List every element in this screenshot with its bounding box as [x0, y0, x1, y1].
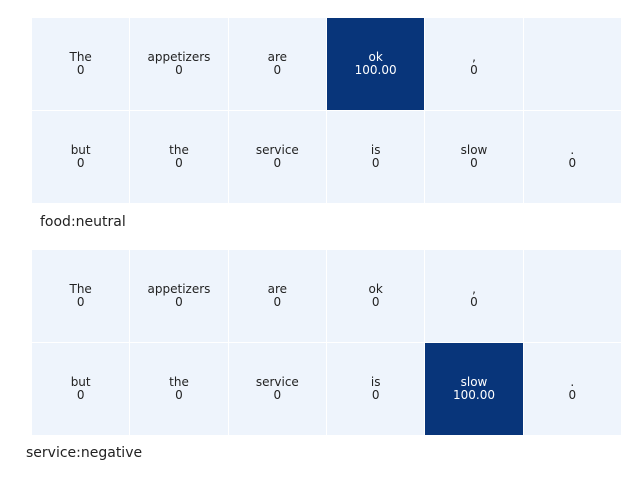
heatmap-cell: slow 100.00 [425, 343, 524, 436]
cell-value: 0 [175, 388, 183, 402]
cell-value: 0 [76, 388, 85, 402]
cell-value: 0 [273, 156, 282, 170]
cell-value: 100.00 [354, 63, 397, 77]
cell-value: 0 [470, 156, 478, 170]
cell-value: 0 [371, 156, 380, 170]
cell-value: 0 [371, 388, 380, 402]
heatmap-cell: are 0 [228, 18, 327, 111]
heatmap-caption-service: service:negative [26, 445, 143, 461]
heatmap-food: The 0 appetizers 0 are 0 ok 100.00, 0 but 0 the 0 ser… [32, 18, 622, 204]
cell-value: 0 [76, 156, 85, 170]
heatmap-cell: .0 [523, 343, 622, 436]
cell-value: 0 [273, 295, 282, 309]
heatmap-cell: appetizers 0 [130, 18, 229, 111]
heatmap-cell: ,0 [425, 250, 524, 343]
heatmap-cell [523, 250, 622, 343]
cell-value: 100.00 [452, 388, 495, 402]
heatmap-caption-food: food:neutral [40, 214, 126, 230]
heatmap-cell: service 0 [228, 343, 327, 436]
heatmap-cell: the 0 [130, 343, 229, 436]
heatmap-cell: .0 [523, 111, 622, 204]
heatmap-cell: is 0 [327, 111, 426, 204]
cell-value: 0 [175, 63, 183, 77]
heatmap-cell: appetizers 0 [130, 250, 229, 343]
heatmap-cell: but 0 [32, 343, 131, 436]
heatmap-cell: service 0 [228, 111, 327, 204]
heatmap-cell: The 0 [32, 18, 131, 111]
heatmap-service: The 0 appetizers 0 are 0 ok 0, 0 but 0 the 0 service 0… [32, 250, 622, 436]
cell-value: 0 [371, 295, 380, 309]
heatmap-cell: the 0 [130, 111, 229, 204]
cell-value: 0 [76, 63, 85, 77]
cell-value: 0 [273, 63, 282, 77]
heatmap-cell: ok 0 [327, 250, 426, 343]
cell-value: 0 [175, 295, 183, 309]
heatmap-cell: is 0 [327, 343, 426, 436]
cell-value: 0 [568, 388, 577, 402]
cell-value: 0 [470, 295, 478, 309]
cell-value: 0 [470, 63, 478, 77]
cell-value: 0 [273, 388, 282, 402]
heatmap-cell [523, 18, 622, 111]
cell-value: 0 [568, 156, 577, 170]
cell-value: 0 [76, 295, 85, 309]
heatmap-cell: The 0 [32, 250, 131, 343]
heatmap-cell: slow 0 [425, 111, 524, 204]
heatmap-cell: are 0 [228, 250, 327, 343]
cell-value: 0 [175, 156, 183, 170]
heatmap-cell: ,0 [425, 18, 524, 111]
heatmap-cell: but 0 [32, 111, 131, 204]
heatmap-cell: ok 100.00 [327, 18, 426, 111]
